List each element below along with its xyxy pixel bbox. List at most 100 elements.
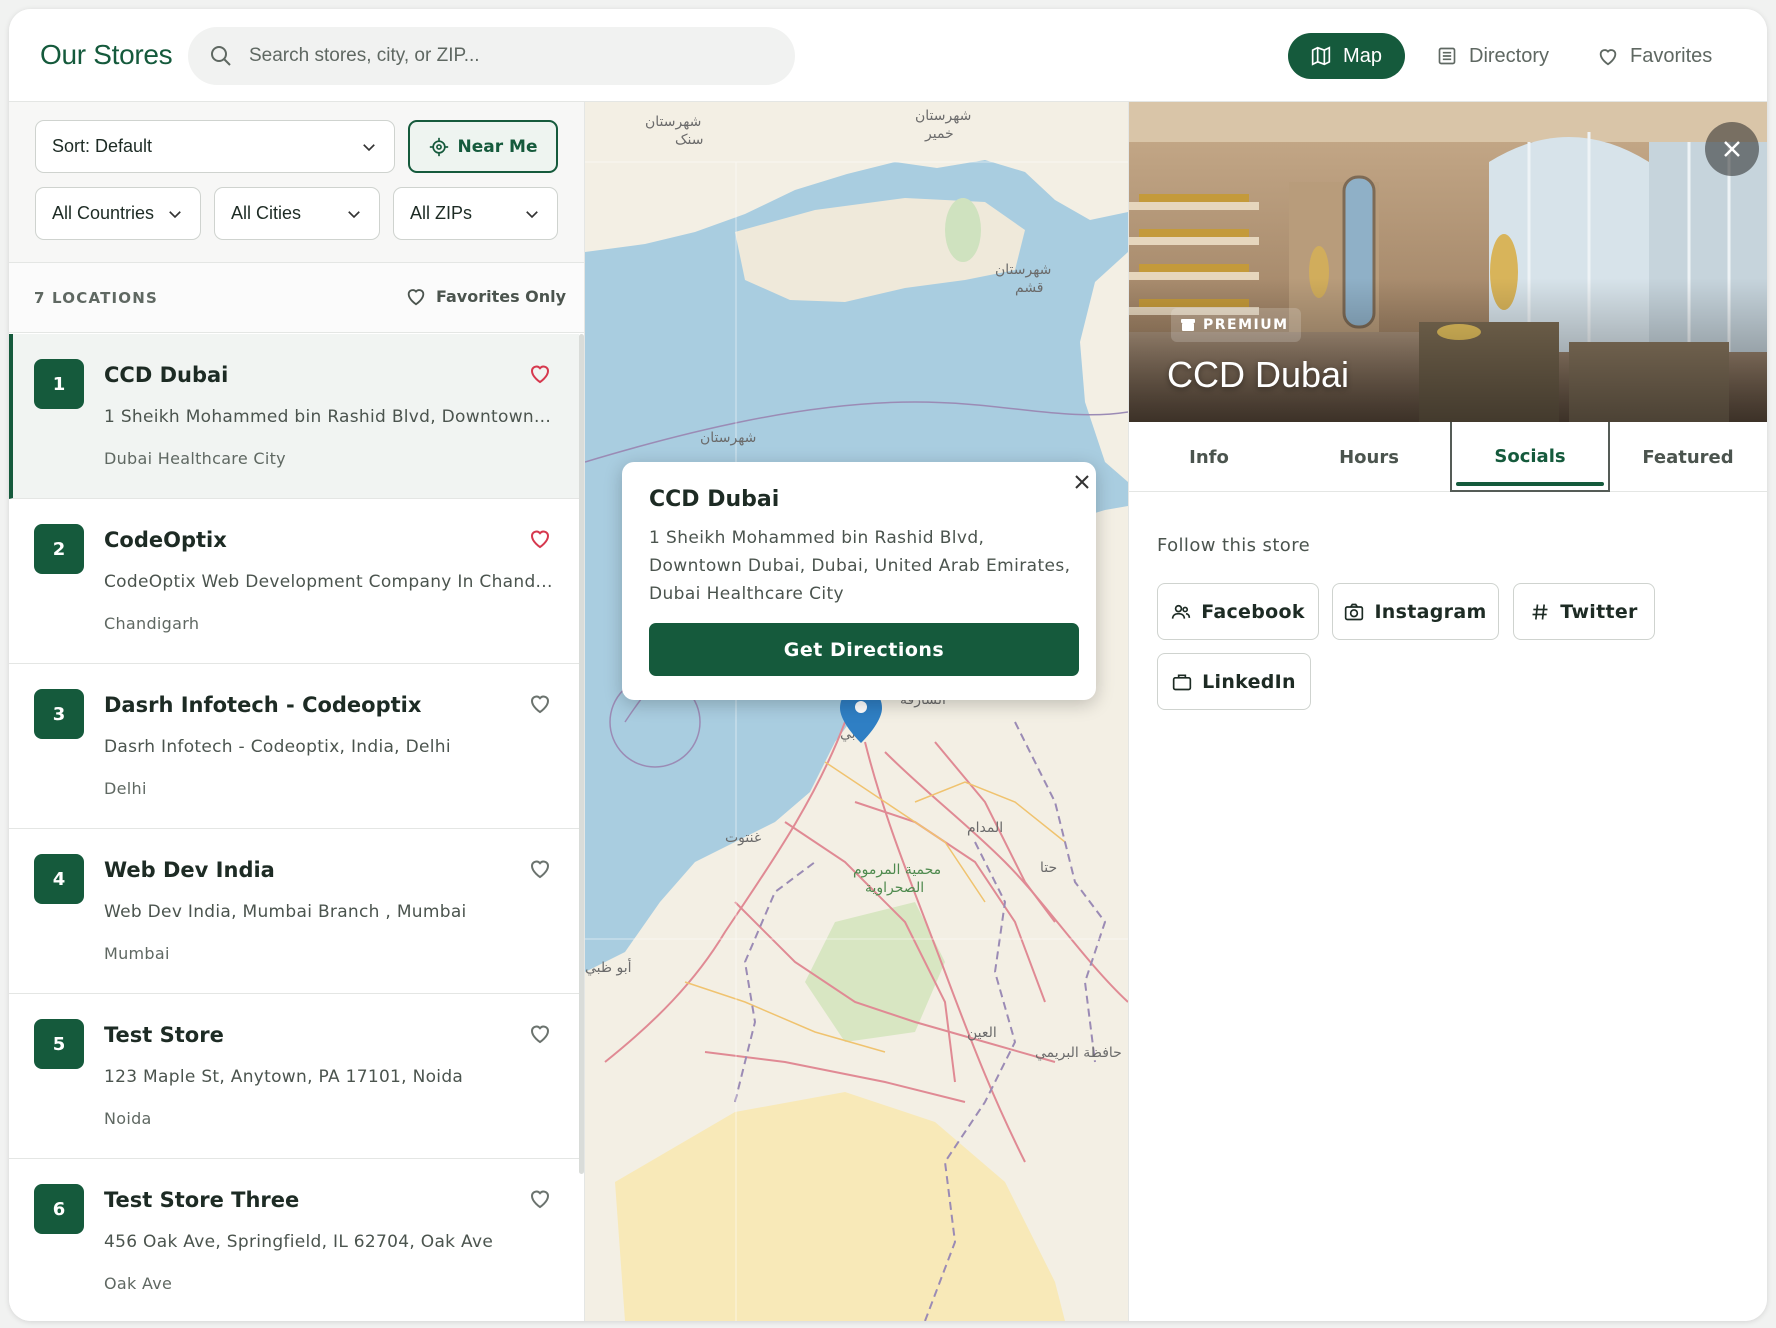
- hash-icon: [1532, 603, 1548, 620]
- instagram-button[interactable]: Instagram: [1332, 583, 1499, 640]
- list-item[interactable]: 4 Web Dev India Web Dev India, Mumbai Br…: [9, 829, 579, 994]
- list-item[interactable]: 6 Test Store Three 456 Oak Ave, Springfi…: [9, 1159, 579, 1321]
- instagram-icon: [1345, 603, 1364, 620]
- close-icon: [1724, 141, 1740, 157]
- location-city: Noida: [104, 1109, 152, 1128]
- store-hero-image: PREMIUM CCD Dubai: [1129, 102, 1767, 422]
- tab-info[interactable]: Info: [1129, 422, 1289, 492]
- map-popup: CCD Dubai 1 Sheikh Mohammed bin Rashid B…: [622, 462, 1096, 700]
- get-directions-button[interactable]: Get Directions: [649, 623, 1079, 676]
- linkedin-button[interactable]: LinkedIn: [1157, 653, 1311, 710]
- location-number-badge: 6: [34, 1184, 84, 1234]
- map-icon: [1311, 46, 1331, 66]
- list-scrollbar[interactable]: [579, 334, 584, 1174]
- locations-count: 7 LOCATIONS: [34, 289, 159, 307]
- svg-text:حتا: حتا: [1040, 860, 1057, 876]
- svg-text:قشم: قشم: [1015, 280, 1044, 296]
- nav-map-button[interactable]: Map: [1288, 33, 1405, 79]
- chevron-down-icon: [348, 211, 360, 219]
- map-view[interactable]: شهرستان سنک شهرستان خمیر شهرستان قشم شهر…: [585, 102, 1128, 1321]
- location-city: Oak Ave: [104, 1274, 173, 1293]
- search-bar[interactable]: [188, 27, 795, 85]
- heart-icon: [1599, 49, 1617, 66]
- search-icon: [211, 46, 231, 66]
- store-icon: [1181, 319, 1195, 331]
- location-number-badge: 5: [34, 1019, 84, 1069]
- tab-hours[interactable]: Hours: [1289, 422, 1449, 492]
- location-name: Test Store Three: [104, 1188, 300, 1212]
- facebook-icon: [1172, 604, 1191, 619]
- location-name: CodeOptix: [104, 528, 227, 552]
- store-detail-panel: PREMIUM CCD Dubai Info Hours Socials Fea…: [1128, 102, 1767, 1321]
- svg-text:سنک: سنک: [675, 132, 704, 148]
- favorite-heart-icon[interactable]: [528, 1021, 552, 1045]
- favorites-only-toggle[interactable]: Favorites Only: [405, 285, 566, 307]
- list-item[interactable]: 2 CodeOptix CodeOptix Web Development Co…: [9, 499, 579, 664]
- list-item[interactable]: 5 Test Store 123 Maple St, Anytown, PA 1…: [9, 994, 579, 1159]
- search-input[interactable]: [249, 27, 769, 85]
- location-address: 123 Maple St, Anytown, PA 17101, Noida: [104, 1067, 464, 1087]
- close-icon[interactable]: [1074, 474, 1090, 490]
- svg-text:شهرستان: شهرستان: [645, 114, 701, 130]
- location-address: 456 Oak Ave, Springfield, IL 62704, Oak …: [104, 1232, 494, 1252]
- svg-text:المدام: المدام: [967, 820, 1003, 836]
- favorite-heart-icon[interactable]: [528, 526, 552, 550]
- location-city: Chandigarh: [104, 614, 200, 633]
- popup-title: CCD Dubai: [649, 487, 780, 512]
- nav-directory-button[interactable]: Directory: [1437, 33, 1549, 79]
- locate-icon: [429, 137, 448, 156]
- favorite-heart-icon[interactable]: [528, 691, 552, 715]
- popup-address: 1 Sheikh Mohammed bin Rashid Blvd, Downt…: [649, 528, 1071, 604]
- close-detail-button[interactable]: [1705, 122, 1759, 176]
- chevron-down-icon: [363, 144, 375, 152]
- chevron-down-icon: [526, 211, 538, 219]
- instagram-label: Instagram: [1374, 600, 1487, 623]
- twitter-button[interactable]: Twitter: [1513, 583, 1655, 640]
- location-name: CCD Dubai: [104, 363, 229, 387]
- detail-tabs: Info Hours Socials Featured: [1129, 422, 1767, 492]
- location-name: Test Store: [104, 1023, 224, 1047]
- tab-socials[interactable]: Socials: [1450, 422, 1610, 492]
- country-select[interactable]: All Countries: [35, 187, 201, 240]
- list-item[interactable]: 3 Dasrh Infotech - Codeoptix Dasrh Infot…: [9, 664, 579, 829]
- location-city: Mumbai: [104, 944, 170, 963]
- premium-badge: PREMIUM: [1171, 308, 1301, 342]
- location-address: 1 Sheikh Mohammed bin Rashid Blvd, Downt…: [104, 407, 552, 427]
- facebook-button[interactable]: Facebook: [1157, 583, 1319, 640]
- locations-list: 1 CCD Dubai 1 Sheikh Mohammed bin Rashid…: [9, 334, 579, 1321]
- top-header: Our Stores Map Directory Favorites: [9, 9, 1767, 102]
- favorite-heart-icon[interactable]: [528, 1186, 552, 1210]
- location-address: CodeOptix Web Development Company In Cha…: [104, 572, 553, 592]
- location-number-badge: 3: [34, 689, 84, 739]
- location-number-badge: 1: [34, 359, 84, 409]
- svg-text:شهرستان: شهرستان: [915, 108, 971, 124]
- location-name: Dasrh Infotech - Codeoptix: [104, 693, 422, 717]
- sort-select[interactable]: Sort: Default: [35, 120, 395, 173]
- tab-featured[interactable]: Featured: [1608, 422, 1767, 492]
- nav-favorites-button[interactable]: Favorites: [1597, 33, 1712, 79]
- store-locator-app: Our Stores Map Directory Favorites Sort:…: [9, 9, 1767, 1321]
- zip-select[interactable]: All ZIPs: [393, 187, 558, 240]
- location-number-badge: 4: [34, 854, 84, 904]
- twitter-label: Twitter: [1560, 600, 1638, 623]
- facebook-label: Facebook: [1201, 600, 1305, 623]
- locations-header: 7 LOCATIONS Favorites Only: [9, 263, 584, 333]
- favorite-heart-icon[interactable]: [528, 361, 552, 385]
- location-city: Dubai Healthcare City: [104, 449, 286, 468]
- briefcase-icon: [1172, 674, 1192, 690]
- favorite-heart-icon[interactable]: [528, 856, 552, 880]
- filters-bar: Sort: Default Near Me All Countries All …: [9, 102, 584, 263]
- sort-select-value: Sort: Default: [52, 136, 153, 156]
- svg-text:العين: العين: [967, 1025, 997, 1041]
- nav-map-label: Map: [1343, 44, 1382, 67]
- svg-text:الصحراوية: الصحراوية: [865, 880, 924, 896]
- city-select[interactable]: All Cities: [214, 187, 380, 240]
- premium-label: PREMIUM: [1203, 317, 1289, 333]
- svg-text:محمية المرموم: محمية المرموم: [853, 862, 941, 878]
- near-me-button[interactable]: Near Me: [408, 120, 558, 173]
- directory-icon: [1438, 47, 1456, 65]
- list-item[interactable]: 1 CCD Dubai 1 Sheikh Mohammed bin Rashid…: [9, 334, 579, 499]
- follow-label: Follow this store: [1157, 535, 1311, 556]
- location-address: Web Dev India, Mumbai Branch , Mumbai: [104, 902, 467, 922]
- svg-text:غنتوت: غنتوت: [725, 830, 761, 846]
